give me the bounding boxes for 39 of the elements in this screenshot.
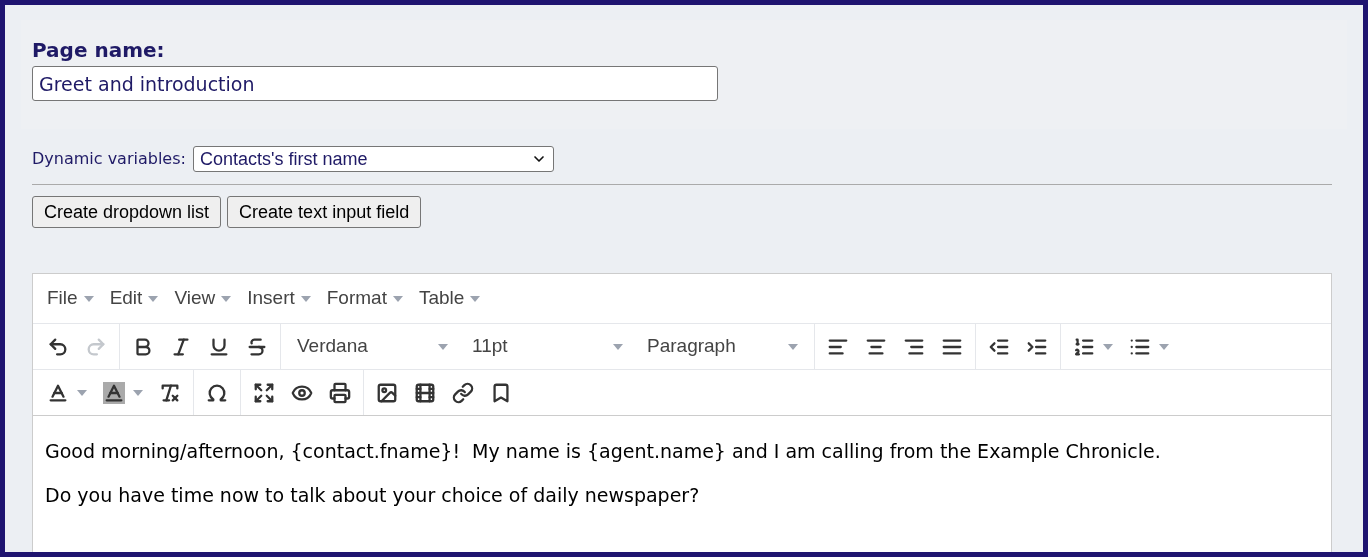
print-icon	[329, 381, 351, 404]
page-name-input[interactable]: Greet and introduction	[32, 66, 718, 101]
menu-item[interactable]: File	[39, 280, 102, 317]
bookmark-icon	[490, 381, 512, 404]
caret-icon	[392, 295, 403, 302]
create-button[interactable]: Create dropdown list	[32, 196, 222, 228]
paragraph: Good morning/afternoon, {contact.fname}! My name is {agent.name} and I am calling from the Example Chronicle.	[45, 439, 1162, 464]
caret-icon	[221, 295, 232, 302]
menu-item[interactable]: View	[166, 280, 240, 317]
menu-item[interactable]: Insert	[239, 280, 319, 317]
insert-video-icon	[414, 381, 436, 404]
insert-link-icon	[452, 381, 474, 404]
caret-icon	[1103, 343, 1113, 350]
caret-icon	[77, 389, 87, 396]
menu-item[interactable]: Format	[318, 280, 411, 317]
create-button[interactable]: Create text input field	[227, 196, 422, 228]
caret-icon	[788, 343, 798, 350]
menu-item[interactable]: Table	[410, 280, 489, 317]
fullscreen-icon	[253, 381, 275, 404]
font-family-select[interactable]: Verdana	[285, 328, 460, 365]
caret-icon	[470, 295, 481, 302]
dynamic-variables-select[interactable]: Contacts's first name	[192, 146, 554, 172]
caret-icon	[1159, 343, 1169, 350]
caret-icon	[133, 389, 143, 396]
caret-icon	[438, 343, 448, 350]
background-color-icon	[103, 381, 125, 404]
page-name-label: Page name:	[32, 38, 166, 62]
undo-icon	[47, 335, 69, 358]
paragraph: Do you have time now to talk about your choice of daily newspaper?	[45, 483, 701, 508]
insert-image-icon	[376, 381, 398, 404]
dynamic-variables-label: Dynamic variables:	[32, 148, 186, 170]
caret-icon	[613, 343, 623, 350]
block-format-select[interactable]: Paragraph	[635, 328, 810, 365]
menu-item[interactable]: Edit	[101, 280, 167, 317]
caret-icon	[300, 295, 311, 302]
redo-icon	[85, 335, 107, 358]
caret-icon	[83, 295, 94, 302]
font-size-select[interactable]: 11pt	[460, 328, 635, 365]
caret-icon	[148, 295, 159, 302]
